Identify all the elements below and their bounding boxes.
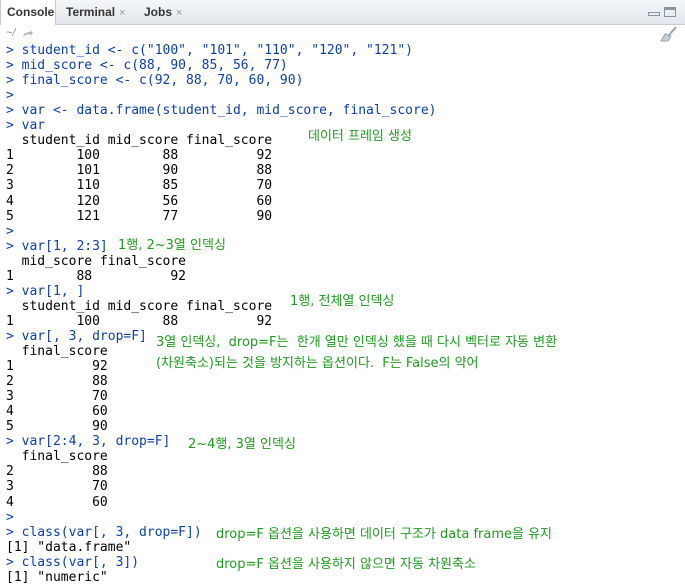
go-to-directory-arrow-icon[interactable] <box>22 29 34 39</box>
console-output-line: student_id mid_score final_score <box>6 133 273 149</box>
console-output-line: student_id mid_score final_score <box>6 298 273 314</box>
console-output-line: final_score <box>6 344 108 359</box>
console-command-line: > class(var[, 3, drop=F]) <box>6 524 202 540</box>
console-command-line: > var[1, ] <box>6 283 85 299</box>
clear-console-broom-icon[interactable] <box>659 26 679 42</box>
annotation-note: 1행, 전체열 인덱싱 <box>290 294 395 309</box>
working-directory-bar: ~/ <box>0 25 685 43</box>
tab-jobs[interactable]: Jobs × <box>138 0 194 24</box>
console-output-line: 1 100 88 92 <box>6 313 273 329</box>
annotation-note: (차원축소)되는 것을 방지하는 옵션이다. F는 False의 약어 <box>156 356 479 371</box>
console-command-line: > var[, 3, drop=F] <box>6 328 147 344</box>
console-command-line: > final_score <- c(92, 88, 70, 60, 90) <box>6 73 304 89</box>
annotation-note: 2~4행, 3열 인덱싱 <box>188 437 296 452</box>
console-command-line: > var[1, 2:3] <box>6 238 108 254</box>
console-output-line: 5 121 77 90 <box>6 208 273 224</box>
console-command-line: > var <- data.frame(student_id, mid_scor… <box>6 103 437 119</box>
console-command-line: > <box>6 509 14 525</box>
console-output-line: 3 70 <box>6 389 108 405</box>
console-output-line: 4 60 <box>6 404 108 420</box>
working-directory-path[interactable]: ~/ <box>6 27 15 39</box>
annotation-note: 데이터 프레임 생성 <box>308 129 412 144</box>
annotation-note: 3열 인덱싱, drop=F는 한개 열만 인덱싱 했을 때 다시 벡터로 자동… <box>156 335 558 350</box>
console-output-line: 5 90 <box>6 419 108 435</box>
console-output-line: 3 110 85 70 <box>6 178 273 194</box>
tab-console[interactable]: Console <box>0 0 56 25</box>
console-output-line: 1 100 88 92 <box>6 148 273 164</box>
console-command-line: > class(var[, 3]) <box>6 554 140 570</box>
console-output-line: 2 88 <box>6 374 108 390</box>
console-output-line: [1] "data.frame" <box>6 539 132 555</box>
tab-console-label: Console <box>7 5 55 19</box>
console-output-line: mid_score final_score <box>6 253 187 269</box>
console-command-line: > mid_score <- c(88, 90, 85, 56, 77) <box>6 58 288 74</box>
minimize-icon[interactable] <box>648 12 660 16</box>
console-command-line: > student_id <- c("100", "101", "110", "… <box>6 43 413 58</box>
console-command-line: > <box>6 223 14 239</box>
close-icon[interactable]: × <box>119 7 125 19</box>
close-icon[interactable]: × <box>176 7 182 19</box>
annotation-note: drop=F 옵션을 사용하면 데이터 구조가 data frame을 유지 <box>216 527 553 542</box>
console-output-line: 3 70 <box>6 479 108 495</box>
console-command-line: > var[2:4, 3, drop=F] <box>6 434 171 450</box>
console-output-line: 4 120 56 60 <box>6 193 273 209</box>
console-output-line: 1 88 92 <box>6 268 187 284</box>
console-command-line: > <box>6 88 14 104</box>
pane-tab-bar: Console Terminal × Jobs × <box>0 0 685 25</box>
tab-jobs-label: Jobs <box>144 5 173 19</box>
console-output-line: final_score <box>6 449 108 465</box>
console-output-line: 2 101 90 88 <box>6 163 273 179</box>
console-output-line: [1] "numeric" <box>6 569 108 585</box>
console-command-line: > var <box>6 118 46 134</box>
console-output-line: 2 88 <box>6 464 108 480</box>
tab-terminal[interactable]: Terminal × <box>60 0 134 24</box>
tab-terminal-label: Terminal <box>66 5 116 19</box>
annotation-note: drop=F 옵션을 사용하지 않으면 자동 차원축소 <box>216 557 476 572</box>
console-output-line: 4 60 <box>6 494 108 510</box>
maximize-icon[interactable] <box>664 7 676 17</box>
console-output-line: 1 92 <box>6 359 108 375</box>
annotation-note: 1행, 2~3열 인덱싱 <box>118 238 226 253</box>
